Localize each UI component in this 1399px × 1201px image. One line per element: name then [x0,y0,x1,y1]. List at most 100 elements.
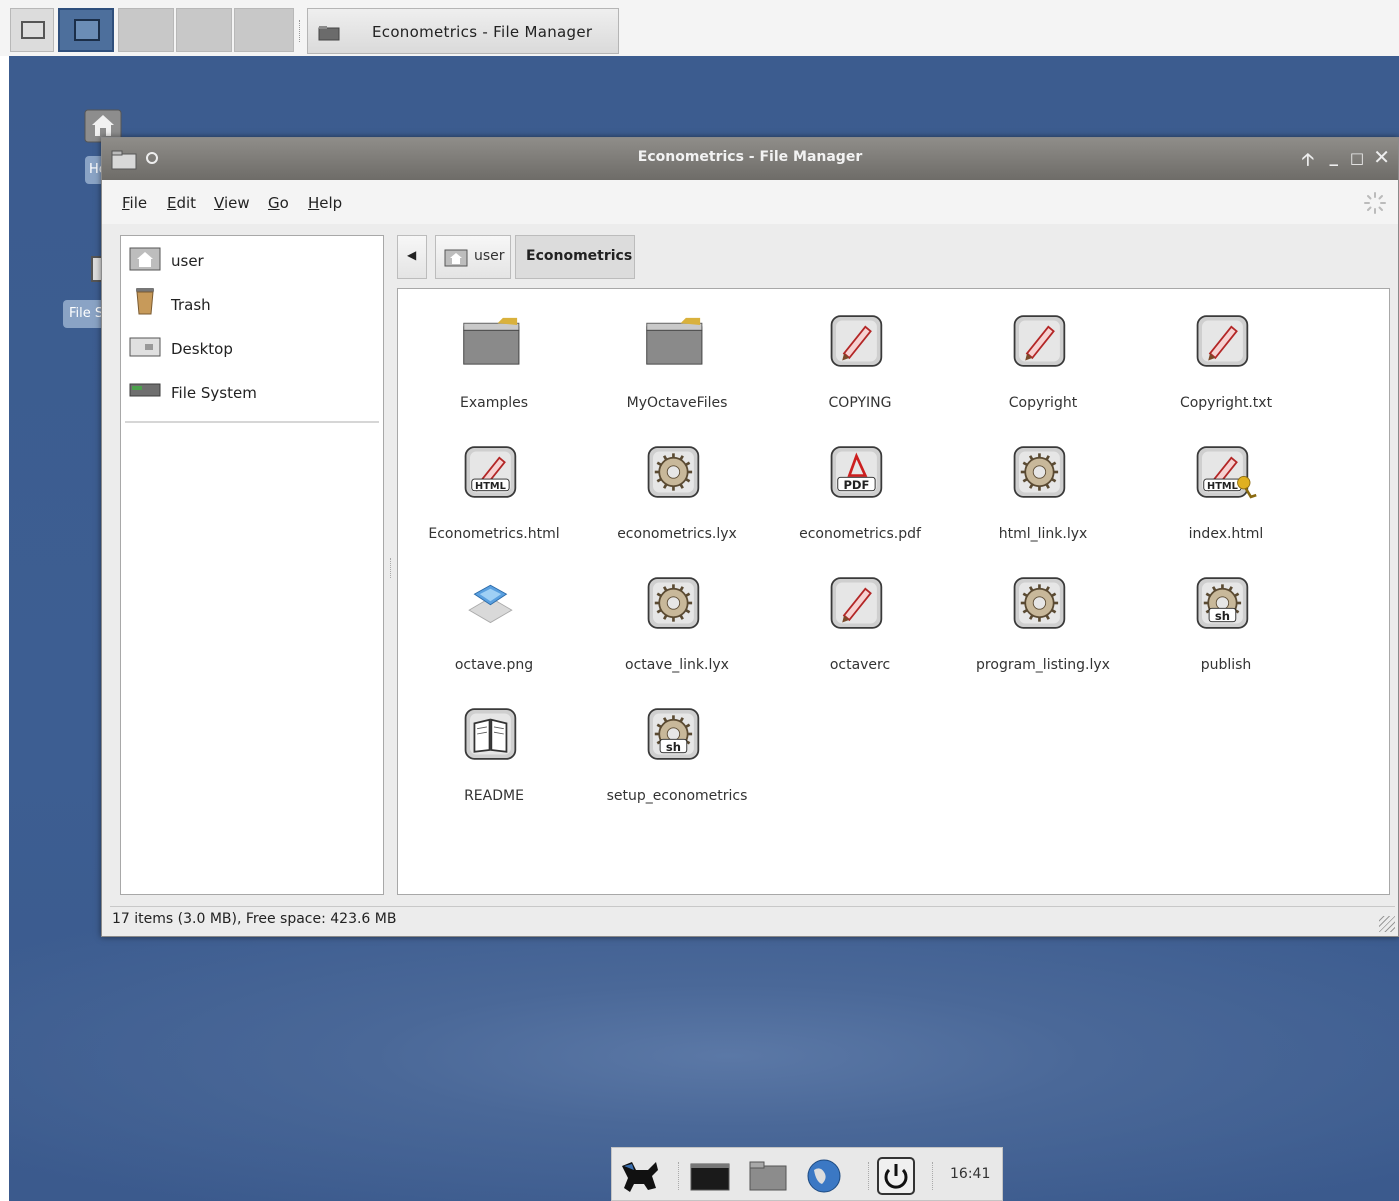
folder-icon [646,317,703,365]
side-item-file-system[interactable]: File System [129,374,379,410]
svg-text:sh: sh [666,740,681,754]
text-file-icon [830,577,883,629]
pdf-file-icon: PDF [830,446,883,498]
desktop-icon [129,337,161,357]
status-text: 17 items (3.0 MB), Free space: 423.6 MB [112,911,397,927]
image-file-icon [468,584,513,624]
file-name-label: Examples [459,395,529,411]
file-item[interactable]: MyOctaveFiles [587,289,767,414]
file-icon-view[interactable]: Examples MyOctaveFiles COPYING Copyright Cop… [397,288,1390,895]
file-name-label: publish [1200,657,1252,673]
side-item-trash[interactable]: Trash [129,286,379,322]
file-item[interactable]: Examples [404,289,584,414]
workspace-4-button[interactable] [234,8,294,52]
html-file-icon: HTML [464,446,517,498]
workspace-1-button[interactable] [58,8,114,52]
side-item-label: Trash [171,296,211,314]
file-item[interactable]: Copyright [953,289,1133,414]
file-item[interactable]: PDF econometrics.pdf [770,420,950,545]
maximize-icon[interactable]: □ [1350,149,1364,167]
file-item[interactable]: octave_link.lyx [587,551,767,676]
folder-icon[interactable] [746,1156,790,1196]
menu-help[interactable]: Help [308,194,342,212]
minimize-icon[interactable]: _ [1330,147,1339,167]
file-item[interactable]: README [404,682,584,807]
readme-book-icon [464,708,517,760]
text-file-icon [1013,315,1066,367]
power-icon[interactable] [874,1156,918,1196]
clock[interactable]: 16:41 [950,1166,990,1182]
task-title: Econometrics - File Manager [372,23,593,41]
resize-grip[interactable] [1379,916,1395,932]
file-item[interactable]: program_listing.lyx [953,551,1133,676]
dock-separator [868,1162,870,1190]
close-icon[interactable]: ✕ [1373,145,1390,169]
dock-separator [678,1162,680,1190]
menu-view[interactable]: View [214,194,250,212]
gear-file-icon [647,577,700,629]
shell-script-icon: sh [647,708,700,760]
show-desktop-button[interactable] [10,8,54,52]
menu-mnemonic: G [268,194,280,212]
screen-icon [21,21,45,39]
file-name-label: octaverc [829,657,891,673]
file-item[interactable]: sh publish [1136,551,1316,676]
task-button-file-manager[interactable]: Econometrics - File Manager [307,8,619,54]
menu-go[interactable]: Go [268,194,289,212]
breadcrumb-user[interactable]: user [435,235,511,279]
side-pane: user Trash Desktop File System [120,235,384,895]
file-item[interactable]: Copyright.txt [1136,289,1316,414]
workspace-3-button[interactable] [176,8,232,52]
html-link-file-icon: HTML [1196,446,1257,499]
folder-icon [318,26,340,41]
file-item[interactable]: econometrics.lyx [587,420,767,545]
menu-file[interactable]: File [122,194,147,212]
xfce-mouse-icon[interactable] [618,1156,662,1196]
menu-mnemonic: H [308,194,320,212]
side-divider [125,421,379,423]
file-manager-window: Econometrics - File Manager 🡡 _ □ ✕ File… [101,137,1399,937]
tasklist-separator [299,20,302,42]
file-item[interactable]: octaverc [770,551,950,676]
breadcrumb-current[interactable]: Econometrics [515,235,635,279]
text-file-icon [1196,315,1249,367]
window-icon [74,19,100,41]
file-name-label: html_link.lyx [998,526,1088,542]
file-item[interactable]: sh setup_econometrics [587,682,767,807]
window-title: Econometrics - File Manager [637,149,863,165]
file-item[interactable]: HTML Econometrics.html [404,420,584,545]
file-name-label: octave_link.lyx [625,657,729,673]
file-item[interactable]: HTML index.html [1136,420,1316,545]
svg-text:PDF: PDF [843,478,869,492]
breadcrumb-label: Econometrics [526,248,633,264]
menu-label: iew [223,194,250,212]
side-item-user[interactable]: user [129,242,379,278]
svg-text:HTML: HTML [1207,481,1238,492]
menu-edit[interactable]: Edit [167,194,196,212]
menu-label: elp [319,194,343,212]
side-item-desktop[interactable]: Desktop [129,330,379,366]
status-bar: 17 items (3.0 MB), Free space: 423.6 MB [110,906,1395,932]
web-browser-icon[interactable] [802,1156,846,1196]
file-item[interactable]: COPYING [770,289,950,414]
side-item-label: File System [171,384,257,402]
terminal-icon[interactable] [688,1156,732,1196]
drive-icon [129,383,161,397]
workspace-2-button[interactable] [118,8,174,52]
menu-label: ile [129,194,148,212]
home-icon [444,249,468,267]
file-item[interactable]: octave.png [404,551,584,676]
bottom-dock: 16:41 [611,1147,1003,1201]
file-name-label: index.html [1188,526,1264,542]
gear-file-icon [1013,577,1066,629]
pane-resize-handle[interactable] [390,558,394,578]
svg-text:sh: sh [1215,609,1230,623]
menu-label: o [279,194,289,212]
shade-up-icon[interactable]: 🡡 [1302,147,1314,176]
home-icon [129,247,161,271]
back-button[interactable]: ◀ [397,235,427,279]
window-titlebar[interactable]: Econometrics - File Manager 🡡 _ □ ✕ [102,138,1398,180]
file-item[interactable]: html_link.lyx [953,420,1133,545]
breadcrumb-label: user [474,248,505,264]
gear-file-icon [647,446,700,498]
